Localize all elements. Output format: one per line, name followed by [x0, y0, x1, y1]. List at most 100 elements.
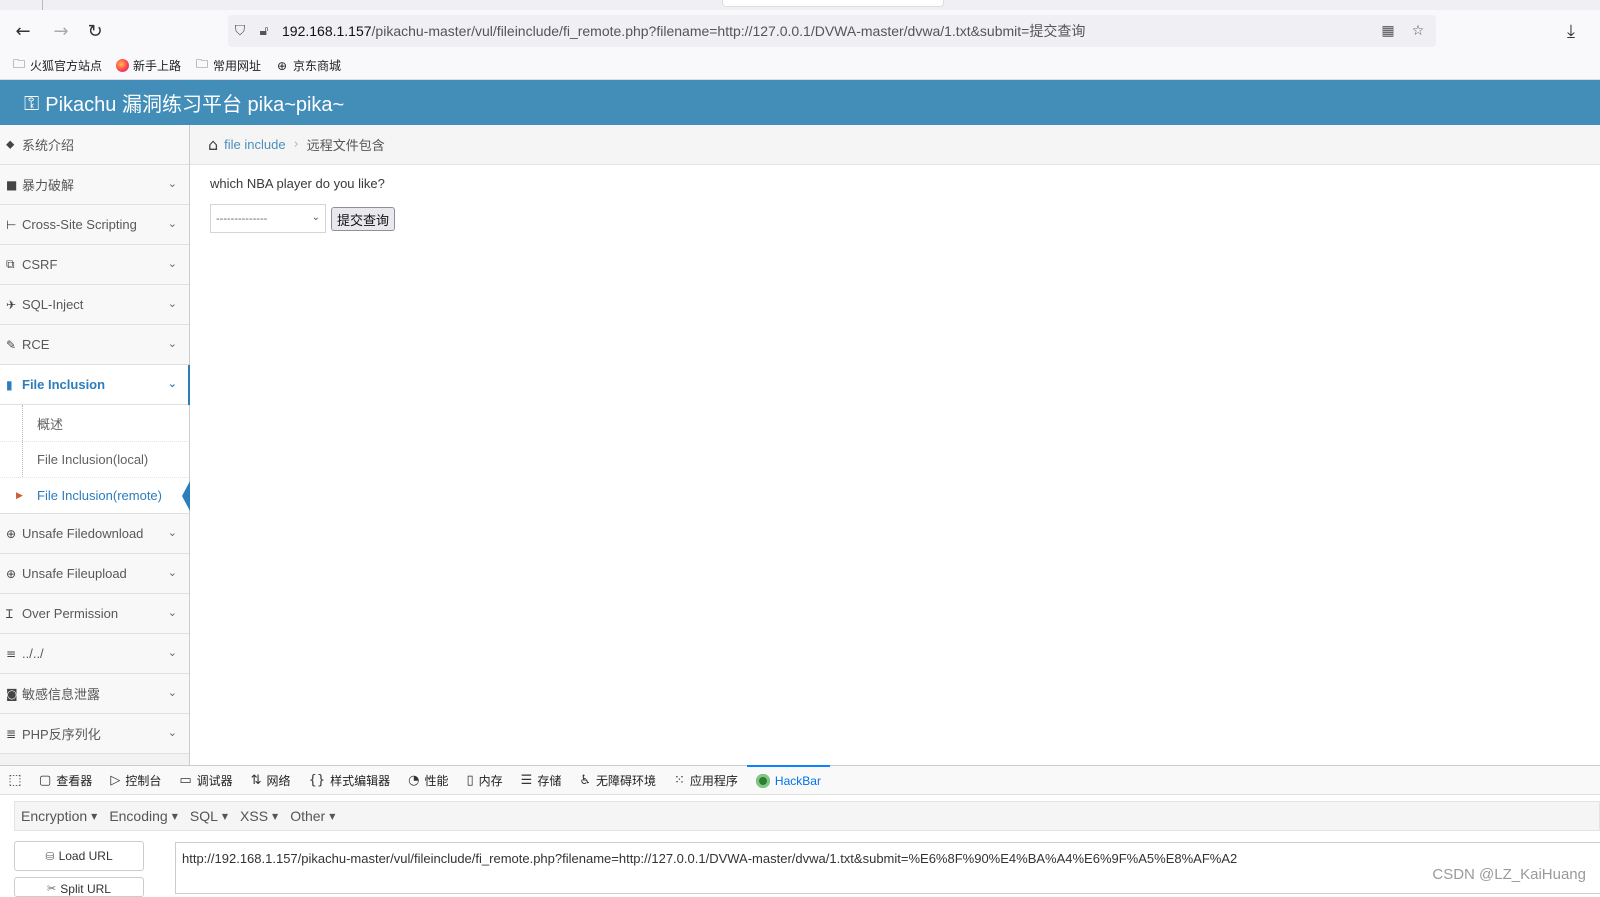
chevron-down-icon: ⌄: [167, 686, 177, 699]
hackbar-url-input[interactable]: http://192.168.1.157/pikachu-master/vul/…: [175, 842, 1600, 894]
sidebar-item-label: Over Permission: [22, 606, 119, 621]
grid-icon: ⁙: [674, 772, 685, 788]
caret-down-icon: ▼: [329, 811, 336, 821]
bookmark-item[interactable]: 新手上路: [116, 57, 181, 74]
breadcrumb-divider: ›: [293, 137, 299, 152]
app-title[interactable]: Pikachu 漏洞练习平台 pika~pika~: [45, 88, 344, 117]
bookmark-item[interactable]: ⊕ 京东商城: [275, 57, 341, 74]
element-picker-icon[interactable]: ⬚: [0, 772, 30, 788]
tab-performance[interactable]: ◔ 性能: [399, 765, 457, 795]
sidebar-item-unsafe-fileupload[interactable]: ⊕ Unsafe Fileupload ⌄: [0, 554, 189, 594]
caret-down-icon: ▼: [272, 811, 279, 821]
tab-memory[interactable]: ▯ 内存: [457, 765, 511, 795]
tab-network[interactable]: ⇅ 网络: [242, 765, 300, 795]
breadcrumb-link[interactable]: file include: [224, 137, 285, 152]
hackbar-menubar: Encryption ▼ Encoding ▼ SQL ▼ XSS ▼ Other ▼: [0, 795, 1600, 835]
qr-code-icon[interactable]: ▦: [1376, 19, 1400, 43]
menu-sql[interactable]: SQL ▼: [184, 808, 234, 824]
lock-icon: ■: [6, 177, 18, 192]
breadcrumb: ⌂ file include › 远程文件包含: [190, 125, 1600, 165]
submit-button[interactable]: 提交查询: [331, 207, 396, 231]
submenu-item-remote[interactable]: ▶ File Inclusion(remote): [0, 477, 190, 513]
caret-down-icon: ▼: [91, 811, 98, 821]
chevron-down-icon: ⌄: [167, 726, 177, 739]
submenu-item-local[interactable]: File Inclusion(local): [0, 441, 189, 477]
chevron-down-icon: ⌄: [167, 646, 177, 659]
download-icon[interactable]: ⤓: [1558, 18, 1584, 44]
gauge-icon: ◔: [408, 772, 420, 788]
sidebar-item-label: SQL-Inject: [22, 297, 84, 312]
url-bar[interactable]: ⛉ 🔓︎ 192.168.1.157/pikachu-master/vul/fi…: [228, 15, 1436, 47]
active-tab[interactable]: [722, 0, 944, 7]
bookmark-item[interactable]: 🗀 常用网址: [195, 57, 261, 74]
menu-encryption[interactable]: Encryption ▼: [15, 808, 103, 824]
tab-accessibility[interactable]: ♿︎ 无障碍环境: [570, 765, 665, 795]
tab-inspector[interactable]: ▢ 查看器: [30, 765, 101, 795]
submenu-item-overview[interactable]: 概述: [0, 405, 189, 441]
player-select[interactable]: -------------- ⌄: [210, 204, 326, 233]
sidebar-item-xss[interactable]: ⊢ Cross-Site Scripting ⌄: [0, 205, 189, 245]
tab-console[interactable]: ▷ 控制台: [101, 765, 170, 795]
sidebar-item-brute-force[interactable]: ■ 暴力破解 ⌄: [0, 165, 189, 205]
sidebar-item-php-unserialize[interactable]: ≣ PHP反序列化 ⌄: [0, 714, 189, 754]
split-icon: ✂: [47, 882, 57, 895]
share-icon: ⧉: [6, 257, 15, 271]
shield-icon[interactable]: ⛉: [228, 19, 252, 43]
load-url-button[interactable]: ⛁ Load URL: [14, 841, 144, 871]
tab-style-editor[interactable]: {} 样式编辑器: [300, 765, 400, 795]
sidebar-item-intro[interactable]: ⬥ 系统介绍: [0, 125, 189, 165]
tab-hackbar[interactable]: HackBar: [746, 765, 830, 795]
hackbar-icon: [755, 774, 770, 788]
sidebar-item-sql-inject[interactable]: ✈ SQL-Inject ⌄: [0, 285, 189, 325]
sidebar-item-label: PHP反序列化: [22, 727, 101, 742]
bookmark-star-icon[interactable]: ☆: [1406, 19, 1430, 43]
sidebar-item-label: ../../: [22, 646, 44, 661]
sidebar-item-info-leak[interactable]: ◙ 敏感信息泄露 ⌄: [0, 674, 189, 714]
sidebar-item-label: 系统介绍: [22, 138, 75, 153]
chevron-down-icon: ⌄: [311, 212, 320, 223]
debugger-icon: ▭: [179, 772, 192, 788]
sidebar-item-dir-traversal[interactable]: ≡ ../../ ⌄: [0, 634, 189, 674]
accessibility-icon: ♿︎: [579, 772, 591, 788]
file-inclusion-submenu: 概述 File Inclusion(local) ▶ File Inclusio…: [0, 405, 190, 514]
insecure-lock-icon[interactable]: 🔓︎: [252, 19, 276, 43]
align-left-icon: ≡: [6, 646, 17, 661]
tag-icon: ⬥: [6, 137, 15, 151]
firefox-icon: [116, 59, 130, 72]
bookmarks-bar: 🗀 火狐官方站点 新手上路 🗀 常用网址 ⊕ 京东商城: [0, 52, 1600, 80]
question-text: which NBA player do you like?: [210, 176, 385, 191]
hackbar-menu-container: Encryption ▼ Encoding ▼ SQL ▼ XSS ▼ Other ▼: [14, 801, 1600, 831]
sidebar-item-over-permission[interactable]: Ɪ Over Permission ⌄: [0, 594, 189, 634]
folder-icon: 🗀: [196, 57, 209, 71]
pencil-icon: ✎: [6, 337, 17, 352]
sidebar-item-file-inclusion[interactable]: ▮ File Inclusion ⌄: [0, 365, 190, 405]
chevron-down-icon: ⌄: [167, 177, 177, 190]
back-icon[interactable]: ←: [10, 18, 36, 44]
download-icon: ⊕: [6, 526, 17, 541]
forward-icon[interactable]: →: [48, 18, 74, 44]
watermark: CSDN @LZ_KaiHuang: [1432, 866, 1586, 883]
chevron-down-icon: ⌄: [167, 297, 177, 310]
caret-right-icon: ▶: [16, 490, 23, 501]
menu-xss[interactable]: XSS ▼: [234, 808, 284, 824]
breadcrumb-current: 远程文件包含: [306, 138, 385, 153]
file-icon: ▮: [6, 377, 13, 392]
tab-storage[interactable]: ☰ 存储: [512, 765, 571, 795]
inspector-icon: ▢: [39, 772, 52, 788]
sidebar-item-rce[interactable]: ✎ RCE ⌄: [0, 325, 189, 365]
sidebar-item-unsafe-filedownload[interactable]: ⊕ Unsafe Filedownload ⌄: [0, 514, 189, 554]
caret-down-icon: ▼: [221, 811, 229, 821]
sidebar-item-label: 暴力破解: [22, 178, 75, 193]
tab-debugger[interactable]: ▭ 调试器: [170, 765, 241, 795]
chip-icon: ▯: [466, 772, 474, 788]
bookmark-item[interactable]: 🗀 火狐官方站点: [12, 57, 102, 74]
url-text[interactable]: 192.168.1.157/pikachu-master/vul/fileinc…: [282, 21, 1085, 41]
split-url-button[interactable]: ✂ Split URL: [14, 877, 144, 897]
menu-encoding[interactable]: Encoding ▼: [103, 808, 184, 824]
sidebar-item-csrf[interactable]: ⧉ CSRF ⌄: [0, 245, 189, 285]
menu-other[interactable]: Other ▼: [284, 808, 341, 824]
home-icon[interactable]: ⌂: [208, 135, 218, 154]
chevron-down-icon: ⌄: [167, 377, 177, 390]
tab-application[interactable]: ⁙ 应用程序: [665, 765, 747, 795]
reload-icon[interactable]: ↻: [82, 18, 108, 44]
